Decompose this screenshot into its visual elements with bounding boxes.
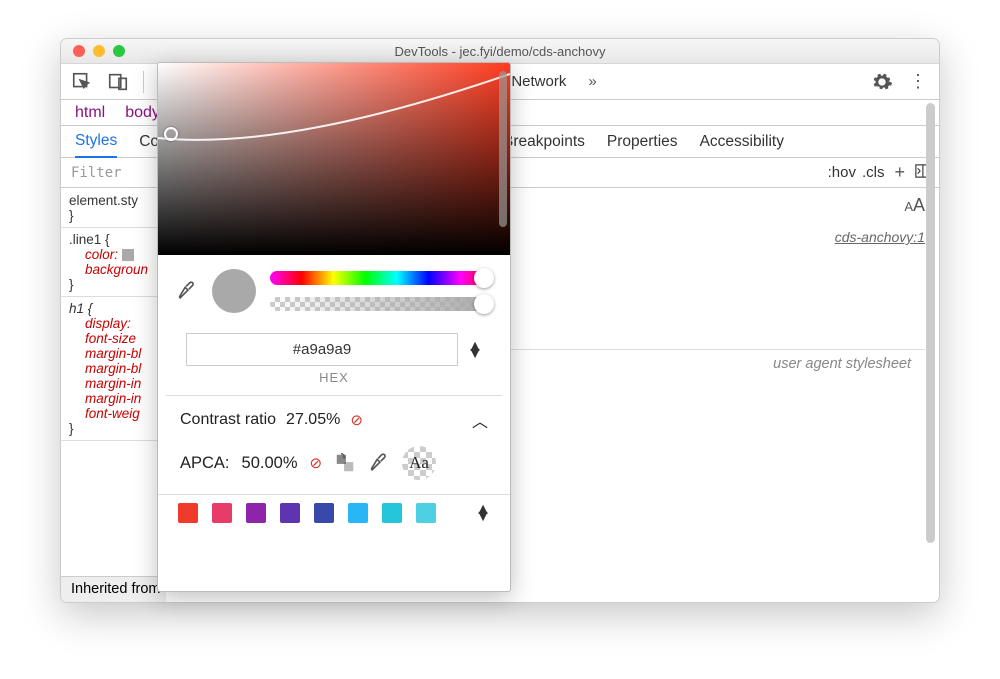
cls-toggle[interactable]: .cls	[862, 164, 885, 181]
contrast-value: 27.05%	[286, 411, 340, 429]
hex-input[interactable]	[186, 333, 458, 366]
crumb-html[interactable]: html	[75, 104, 105, 122]
alpha-thumb-icon[interactable]	[474, 294, 494, 314]
prop-color[interactable]: color:	[69, 247, 157, 262]
color-picker-popup: ▲▼ HEX Contrast ratio 27.05% ⊘ ︿ APCA: 5…	[157, 62, 511, 592]
more-tabs-icon[interactable]: »	[588, 73, 596, 90]
rule-line1[interactable]: .line1 { color: backgroun }	[61, 228, 165, 297]
hex-label: HEX	[158, 366, 510, 395]
palette-swatch[interactable]	[382, 503, 402, 523]
inspect-icon[interactable]	[71, 71, 93, 93]
inherited-from-label: Inherited from	[61, 576, 166, 602]
titlebar: DevTools - jec.fyi/demo/cds-anchovy	[61, 39, 939, 64]
chevron-up-icon[interactable]: ︿	[472, 408, 488, 432]
palette-row: ▲▼	[158, 494, 510, 531]
scrollbar[interactable]	[923, 103, 937, 570]
tab-properties[interactable]: Properties	[607, 133, 678, 151]
gear-icon[interactable]	[871, 71, 893, 93]
styles-rules: element.sty } .line1 { color: backgroun …	[61, 189, 166, 602]
apca-row: APCA: 50.00% ⊘ Aa	[158, 440, 510, 494]
tab-breakpoints[interactable]: Breakpoints	[503, 133, 585, 151]
font-size-badge[interactable]: AA	[904, 195, 925, 216]
palette-swatch[interactable]	[314, 503, 334, 523]
text-preview-badge: Aa	[402, 446, 436, 480]
contrast-label: Contrast ratio	[180, 411, 276, 429]
format-stepper[interactable]: ▲▼	[468, 343, 482, 357]
fail-icon: ⊘	[310, 454, 323, 472]
palette-swatch[interactable]	[246, 503, 266, 523]
rule-h1[interactable]: h1 { display: font-size margin-bl margin…	[61, 297, 165, 441]
current-color-swatch	[212, 269, 256, 313]
palette-stepper[interactable]: ▲▼	[476, 506, 490, 520]
palette-swatch[interactable]	[416, 503, 436, 523]
slider-row	[158, 255, 510, 327]
saturation-value-field[interactable]	[158, 63, 510, 255]
element-style-block[interactable]: element.sty }	[61, 189, 165, 228]
apca-value: 50.00%	[242, 454, 298, 473]
kebab-icon[interactable]: ⋮	[907, 71, 929, 93]
prop-background[interactable]: backgroun	[69, 262, 157, 277]
source-link[interactable]: cds-anchovy:1	[835, 229, 925, 245]
contrast-row[interactable]: Contrast ratio 27.05% ⊘ ︿	[158, 396, 510, 440]
alpha-slider[interactable]	[270, 297, 492, 311]
pick-background-icon[interactable]	[368, 452, 390, 474]
hov-toggle[interactable]: :hov	[828, 164, 856, 181]
swap-colors-icon[interactable]	[334, 452, 356, 474]
new-style-rule-icon[interactable]: +	[890, 162, 909, 183]
palette-swatch[interactable]	[178, 503, 198, 523]
apca-label: APCA:	[180, 454, 230, 473]
hue-slider[interactable]	[270, 271, 492, 285]
window-title: DevTools - jec.fyi/demo/cds-anchovy	[61, 44, 939, 59]
palette-swatch[interactable]	[280, 503, 300, 523]
crumb-body[interactable]: body	[125, 104, 160, 122]
eyedropper-icon[interactable]	[176, 280, 198, 302]
tab-accessibility[interactable]: Accessibility	[700, 133, 784, 151]
device-toggle-icon[interactable]	[107, 71, 129, 93]
picker-scrollbar[interactable]	[499, 71, 507, 227]
palette-swatch[interactable]	[212, 503, 232, 523]
palette-swatch[interactable]	[348, 503, 368, 523]
tab-network[interactable]: Network	[503, 69, 574, 94]
hue-thumb-icon[interactable]	[474, 268, 494, 288]
fail-icon: ⊘	[350, 411, 363, 429]
color-handle-icon[interactable]	[164, 127, 178, 141]
color-swatch-icon[interactable]	[122, 249, 134, 261]
tab-styles[interactable]: Styles	[75, 132, 117, 158]
